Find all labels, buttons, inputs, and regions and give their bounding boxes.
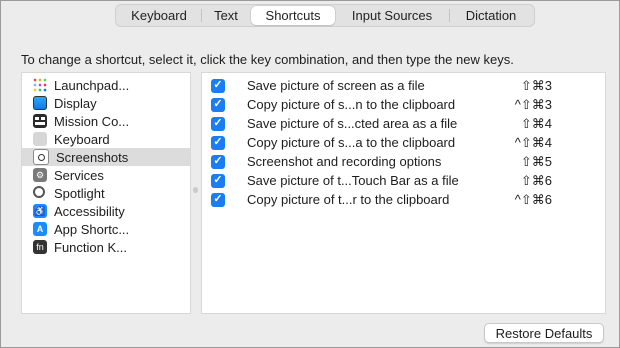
shortcut-enabled-checkbox[interactable]: ✓ [211,154,225,169]
category-services[interactable]: ⚙ Services [22,166,190,184]
app-shortcuts-icon: A [33,222,47,236]
tab-dictation[interactable]: Dictation [449,5,533,26]
tab-input-sources[interactable]: Input Sources [335,5,449,26]
category-label: Display [54,95,97,111]
instruction-text: To change a shortcut, select it, click t… [21,52,514,67]
category-label: Services [54,167,104,183]
shortcut-enabled-checkbox[interactable]: ✓ [211,135,225,150]
category-label: Function K... [54,239,127,255]
shortcut-keys[interactable]: ⇧⌘6 [521,173,552,189]
screenshots-icon [33,149,49,165]
shortcut-enabled-checkbox[interactable]: ✓ [211,78,225,93]
display-icon [33,96,47,110]
category-accessibility[interactable]: ♿ Accessibility [22,202,190,220]
shortcut-enabled-checkbox[interactable]: ✓ [211,97,225,112]
tab-shortcuts[interactable]: Shortcuts [251,6,335,25]
shortcut-name: Copy picture of s...n to the clipboard [247,97,456,112]
category-label: App Shortc... [54,221,130,237]
shortcuts-list[interactable]: ✓ Save picture of screen as a file ⇧⌘3 ✓… [201,72,606,314]
launchpad-icon [33,78,47,92]
category-label: Keyboard [54,131,110,147]
mission-control-icon [33,114,47,128]
magnifier-icon [33,186,47,200]
accessibility-icon: ♿ [33,204,47,218]
category-label: Launchpad... [54,77,130,93]
gear-icon: ⚙ [33,168,47,182]
shortcut-keys[interactable]: ⇧⌘5 [521,154,552,170]
category-display[interactable]: Display [22,94,190,112]
shortcut-enabled-checkbox[interactable]: ✓ [211,173,225,188]
shortcut-categories-list[interactable]: Launchpad... Display Mission Co... Keybo… [21,72,191,314]
tab-keyboard[interactable]: Keyboard [117,5,201,26]
shortcut-row[interactable]: ✓ Copy picture of s...a to the clipboard… [202,133,605,152]
fn-key-icon: fn [33,240,47,254]
keyboard-preferences-window: Keyboard Text Shortcuts Input Sources Di… [0,0,620,348]
category-label: Spotlight [54,185,105,201]
restore-defaults-button[interactable]: Restore Defaults [484,323,604,343]
shortcut-name: Screenshot and recording options [247,154,442,169]
split-view-divider-handle[interactable] [193,187,198,193]
category-label: Mission Co... [54,113,130,129]
shortcut-row[interactable]: ✓ Copy picture of t...r to the clipboard… [202,190,605,209]
category-label: Accessibility [54,203,125,219]
shortcut-keys[interactable]: ^⇧⌘3 [515,97,552,113]
shortcut-name: Copy picture of s...a to the clipboard [247,135,456,150]
tab-text[interactable]: Text [201,5,251,26]
shortcut-row[interactable]: ✓ Screenshot and recording options ⇧⌘5 [202,152,605,171]
shortcut-row[interactable]: ✓ Save picture of t...Touch Bar as a fil… [202,171,605,190]
shortcut-name: Save picture of screen as a file [247,78,425,93]
shortcut-keys[interactable]: ^⇧⌘6 [515,192,552,208]
keyboard-icon [33,132,47,146]
shortcut-name: Save picture of t...Touch Bar as a file [247,173,459,188]
category-spotlight[interactable]: Spotlight [22,184,190,202]
category-app-shortcuts[interactable]: A App Shortc... [22,220,190,238]
shortcut-keys[interactable]: ^⇧⌘4 [515,135,552,151]
category-screenshots[interactable]: Screenshots [22,148,190,166]
shortcut-keys[interactable]: ⇧⌘3 [521,78,552,94]
category-keyboard[interactable]: Keyboard [22,130,190,148]
shortcut-name: Save picture of s...cted area as a file [247,116,458,131]
shortcut-enabled-checkbox[interactable]: ✓ [211,192,225,207]
category-mission-control[interactable]: Mission Co... [22,112,190,130]
category-label: Screenshots [56,149,129,165]
shortcut-row[interactable]: ✓ Save picture of screen as a file ⇧⌘3 [202,76,605,95]
shortcut-row[interactable]: ✓ Save picture of s...cted area as a fil… [202,114,605,133]
shortcut-name: Copy picture of t...r to the clipboard [247,192,450,207]
tab-bar: Keyboard Text Shortcuts Input Sources Di… [115,4,535,27]
category-launchpad[interactable]: Launchpad... [22,76,190,94]
category-function-keys[interactable]: fn Function K... [22,238,190,256]
shortcut-row[interactable]: ✓ Copy picture of s...n to the clipboard… [202,95,605,114]
shortcut-enabled-checkbox[interactable]: ✓ [211,116,225,131]
shortcut-keys[interactable]: ⇧⌘4 [521,116,552,132]
